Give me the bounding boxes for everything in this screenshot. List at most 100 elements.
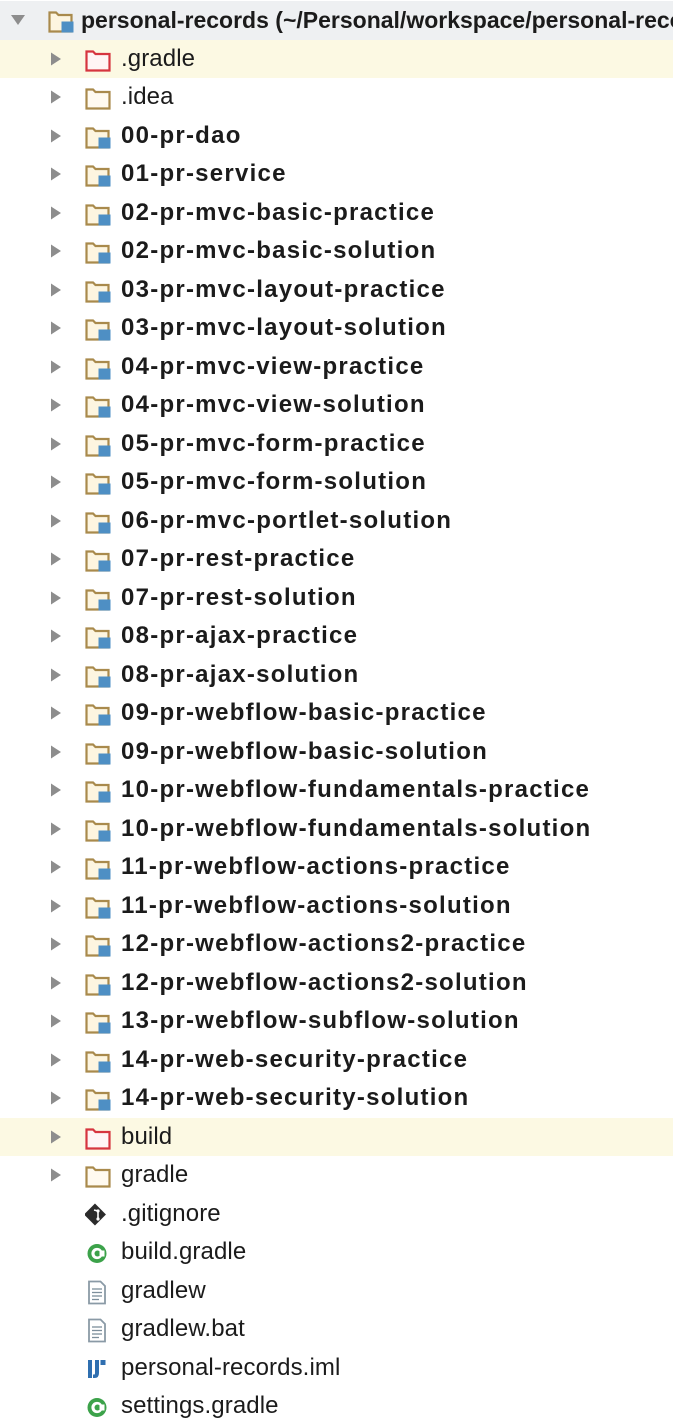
- tree-item-label: 14-pr-web-security-practice: [121, 1045, 469, 1073]
- tree-row-08-pr-ajax-solution[interactable]: 08-pr-ajax-solution: [0, 656, 673, 695]
- tree-item-label: 12-pr-webflow-actions2-practice: [121, 930, 527, 957]
- collapse-arrow-icon[interactable]: [48, 733, 64, 772]
- tree-row-00-pr-dao[interactable]: 00-pr-dao: [0, 117, 673, 156]
- collapse-arrow-icon[interactable]: [48, 810, 64, 849]
- tree-row-gitignore[interactable]: .gitignore: [0, 1195, 673, 1234]
- collapse-arrow-icon[interactable]: [48, 1079, 64, 1118]
- collapse-arrow-icon[interactable]: [48, 694, 64, 733]
- tree-row-01-pr-service[interactable]: 01-pr-service: [0, 155, 673, 194]
- tree-row-05-pr-mvc-form-solution[interactable]: 05-pr-mvc-form-solution: [0, 463, 673, 502]
- collapse-arrow-icon[interactable]: [48, 925, 64, 964]
- tree-item-label: 09-pr-webflow-basic-solution: [121, 737, 489, 765]
- collapse-arrow-icon[interactable]: [48, 656, 64, 695]
- collapse-arrow-icon[interactable]: [48, 964, 64, 1003]
- tree-row-gradlew-bat[interactable]: gradlew.bat: [0, 1310, 673, 1349]
- collapse-arrow-icon[interactable]: [48, 386, 64, 425]
- module-folder-icon: [85, 271, 115, 310]
- collapse-arrow-icon[interactable]: [48, 617, 64, 656]
- tree-item-label: 04-pr-mvc-view-solution: [121, 391, 426, 418]
- tree-row-10-pr-webflow-fundamentals-solution[interactable]: 10-pr-webflow-fundamentals-solution: [0, 810, 673, 849]
- collapse-arrow-icon[interactable]: [48, 887, 64, 926]
- folder-icon: [85, 78, 115, 117]
- tree-item-label: 08-pr-ajax-solution: [121, 660, 360, 688]
- tree-row-10-pr-webflow-fundamentals-practice[interactable]: 10-pr-webflow-fundamentals-practice: [0, 771, 673, 810]
- tree-row-gradlew[interactable]: gradlew: [0, 1272, 673, 1311]
- collapse-arrow-icon[interactable]: [48, 232, 64, 271]
- tree-row-09-pr-webflow-basic-solution[interactable]: 09-pr-webflow-basic-solution: [0, 733, 673, 772]
- collapse-arrow-icon[interactable]: [48, 309, 64, 348]
- collapse-arrow-icon[interactable]: [48, 771, 64, 810]
- tree-item-label: 04-pr-mvc-view-practice: [121, 352, 425, 380]
- text-file-icon: [85, 1310, 115, 1349]
- tree-row-07-pr-rest-solution[interactable]: 07-pr-rest-solution: [0, 579, 673, 618]
- collapse-arrow-icon[interactable]: [48, 40, 64, 79]
- collapse-arrow-icon[interactable]: [48, 271, 64, 310]
- tree-row-04-pr-mvc-view-solution[interactable]: 04-pr-mvc-view-solution: [0, 386, 673, 425]
- module-folder-icon: [85, 502, 115, 541]
- tree-row-gradle[interactable]: .gradle: [0, 39, 673, 79]
- tree-row-personal-records-iml[interactable]: personal-records.iml: [0, 1349, 673, 1388]
- module-folder-icon: [85, 579, 115, 618]
- tree-row-02-pr-mvc-basic-solution[interactable]: 02-pr-mvc-basic-solution: [0, 232, 673, 271]
- module-folder-icon: [85, 194, 115, 233]
- tree-row-13-pr-webflow-subflow-solution[interactable]: 13-pr-webflow-subflow-solution: [0, 1002, 673, 1041]
- tree-row-04-pr-mvc-view-practice[interactable]: 04-pr-mvc-view-practice: [0, 348, 673, 387]
- intellij-module-file-icon: [85, 1349, 115, 1388]
- collapse-arrow-icon[interactable]: [48, 194, 64, 233]
- collapse-arrow-icon[interactable]: [48, 579, 64, 618]
- tree-row-11-pr-webflow-actions-practice[interactable]: 11-pr-webflow-actions-practice: [0, 848, 673, 887]
- gradle-file-icon: [85, 1233, 115, 1272]
- collapse-arrow-icon[interactable]: [48, 463, 64, 502]
- module-folder-icon: [85, 617, 115, 656]
- tree-row-02-pr-mvc-basic-practice[interactable]: 02-pr-mvc-basic-practice: [0, 194, 673, 233]
- collapse-arrow-icon[interactable]: [48, 1041, 64, 1080]
- module-folder-icon: [85, 463, 115, 502]
- tree-item-label: 05-pr-mvc-form-practice: [121, 429, 426, 457]
- tree-row-build-gradle[interactable]: build.gradle: [0, 1233, 673, 1272]
- collapse-arrow-icon[interactable]: [48, 155, 64, 194]
- tree-row-03-pr-mvc-layout-solution[interactable]: 03-pr-mvc-layout-solution: [0, 309, 673, 348]
- excluded-folder-icon: [85, 1118, 115, 1157]
- tree-row-build[interactable]: build: [0, 1117, 673, 1157]
- tree-row-14-pr-web-security-practice[interactable]: 14-pr-web-security-practice: [0, 1041, 673, 1080]
- module-folder-icon: [85, 694, 115, 733]
- collapse-arrow-icon[interactable]: [48, 78, 64, 117]
- tree-item-label: 08-pr-ajax-practice: [121, 622, 359, 649]
- tree-item-label: gradlew.bat: [121, 1315, 245, 1342]
- tree-row-12-pr-webflow-actions2-practice[interactable]: 12-pr-webflow-actions2-practice: [0, 925, 673, 964]
- tree-row-07-pr-rest-practice[interactable]: 07-pr-rest-practice: [0, 540, 673, 579]
- tree-row-03-pr-mvc-layout-practice[interactable]: 03-pr-mvc-layout-practice: [0, 271, 673, 310]
- excluded-folder-icon: [85, 40, 115, 79]
- module-folder-icon: [85, 425, 115, 464]
- tree-item-label: 01-pr-service: [121, 160, 287, 187]
- project-tree: personal-records (~/Personal/workspace/p…: [0, 0, 673, 1419]
- collapse-arrow-icon[interactable]: [48, 425, 64, 464]
- module-folder-icon: [85, 848, 115, 887]
- tree-row-11-pr-webflow-actions-solution[interactable]: 11-pr-webflow-actions-solution: [0, 887, 673, 926]
- tree-row-09-pr-webflow-basic-practice[interactable]: 09-pr-webflow-basic-practice: [0, 694, 673, 733]
- tree-item-label: 05-pr-mvc-form-solution: [121, 468, 428, 495]
- collapse-arrow-icon[interactable]: [48, 117, 64, 156]
- collapse-arrow-icon[interactable]: [48, 848, 64, 887]
- tree-item-label: gradlew: [121, 1276, 206, 1304]
- collapse-arrow-icon[interactable]: [48, 540, 64, 579]
- tree-item-label: 11-pr-webflow-actions-practice: [121, 853, 511, 880]
- tree-row-08-pr-ajax-practice[interactable]: 08-pr-ajax-practice: [0, 617, 673, 656]
- tree-row-12-pr-webflow-actions2-solution[interactable]: 12-pr-webflow-actions2-solution: [0, 964, 673, 1003]
- expand-arrow-icon[interactable]: [10, 1, 26, 40]
- tree-root-row[interactable]: personal-records (~/Personal/workspace/p…: [0, 1, 673, 40]
- tree-row-14-pr-web-security-solution[interactable]: 14-pr-web-security-solution: [0, 1079, 673, 1118]
- collapse-arrow-icon[interactable]: [48, 1156, 64, 1195]
- module-folder-icon: [85, 925, 115, 964]
- tree-row-idea[interactable]: .idea: [0, 78, 673, 117]
- collapse-arrow-icon[interactable]: [48, 1002, 64, 1041]
- tree-item-label: 09-pr-webflow-basic-practice: [121, 699, 487, 726]
- collapse-arrow-icon[interactable]: [48, 502, 64, 541]
- tree-row-05-pr-mvc-form-practice[interactable]: 05-pr-mvc-form-practice: [0, 425, 673, 464]
- tree-row-settings-gradle[interactable]: settings.gradle: [0, 1387, 673, 1426]
- tree-row-06-pr-mvc-portlet-solution[interactable]: 06-pr-mvc-portlet-solution: [0, 502, 673, 541]
- collapse-arrow-icon[interactable]: [48, 1118, 64, 1157]
- collapse-arrow-icon[interactable]: [48, 348, 64, 387]
- module-folder-icon: [85, 887, 115, 926]
- tree-row-gradle[interactable]: gradle: [0, 1156, 673, 1195]
